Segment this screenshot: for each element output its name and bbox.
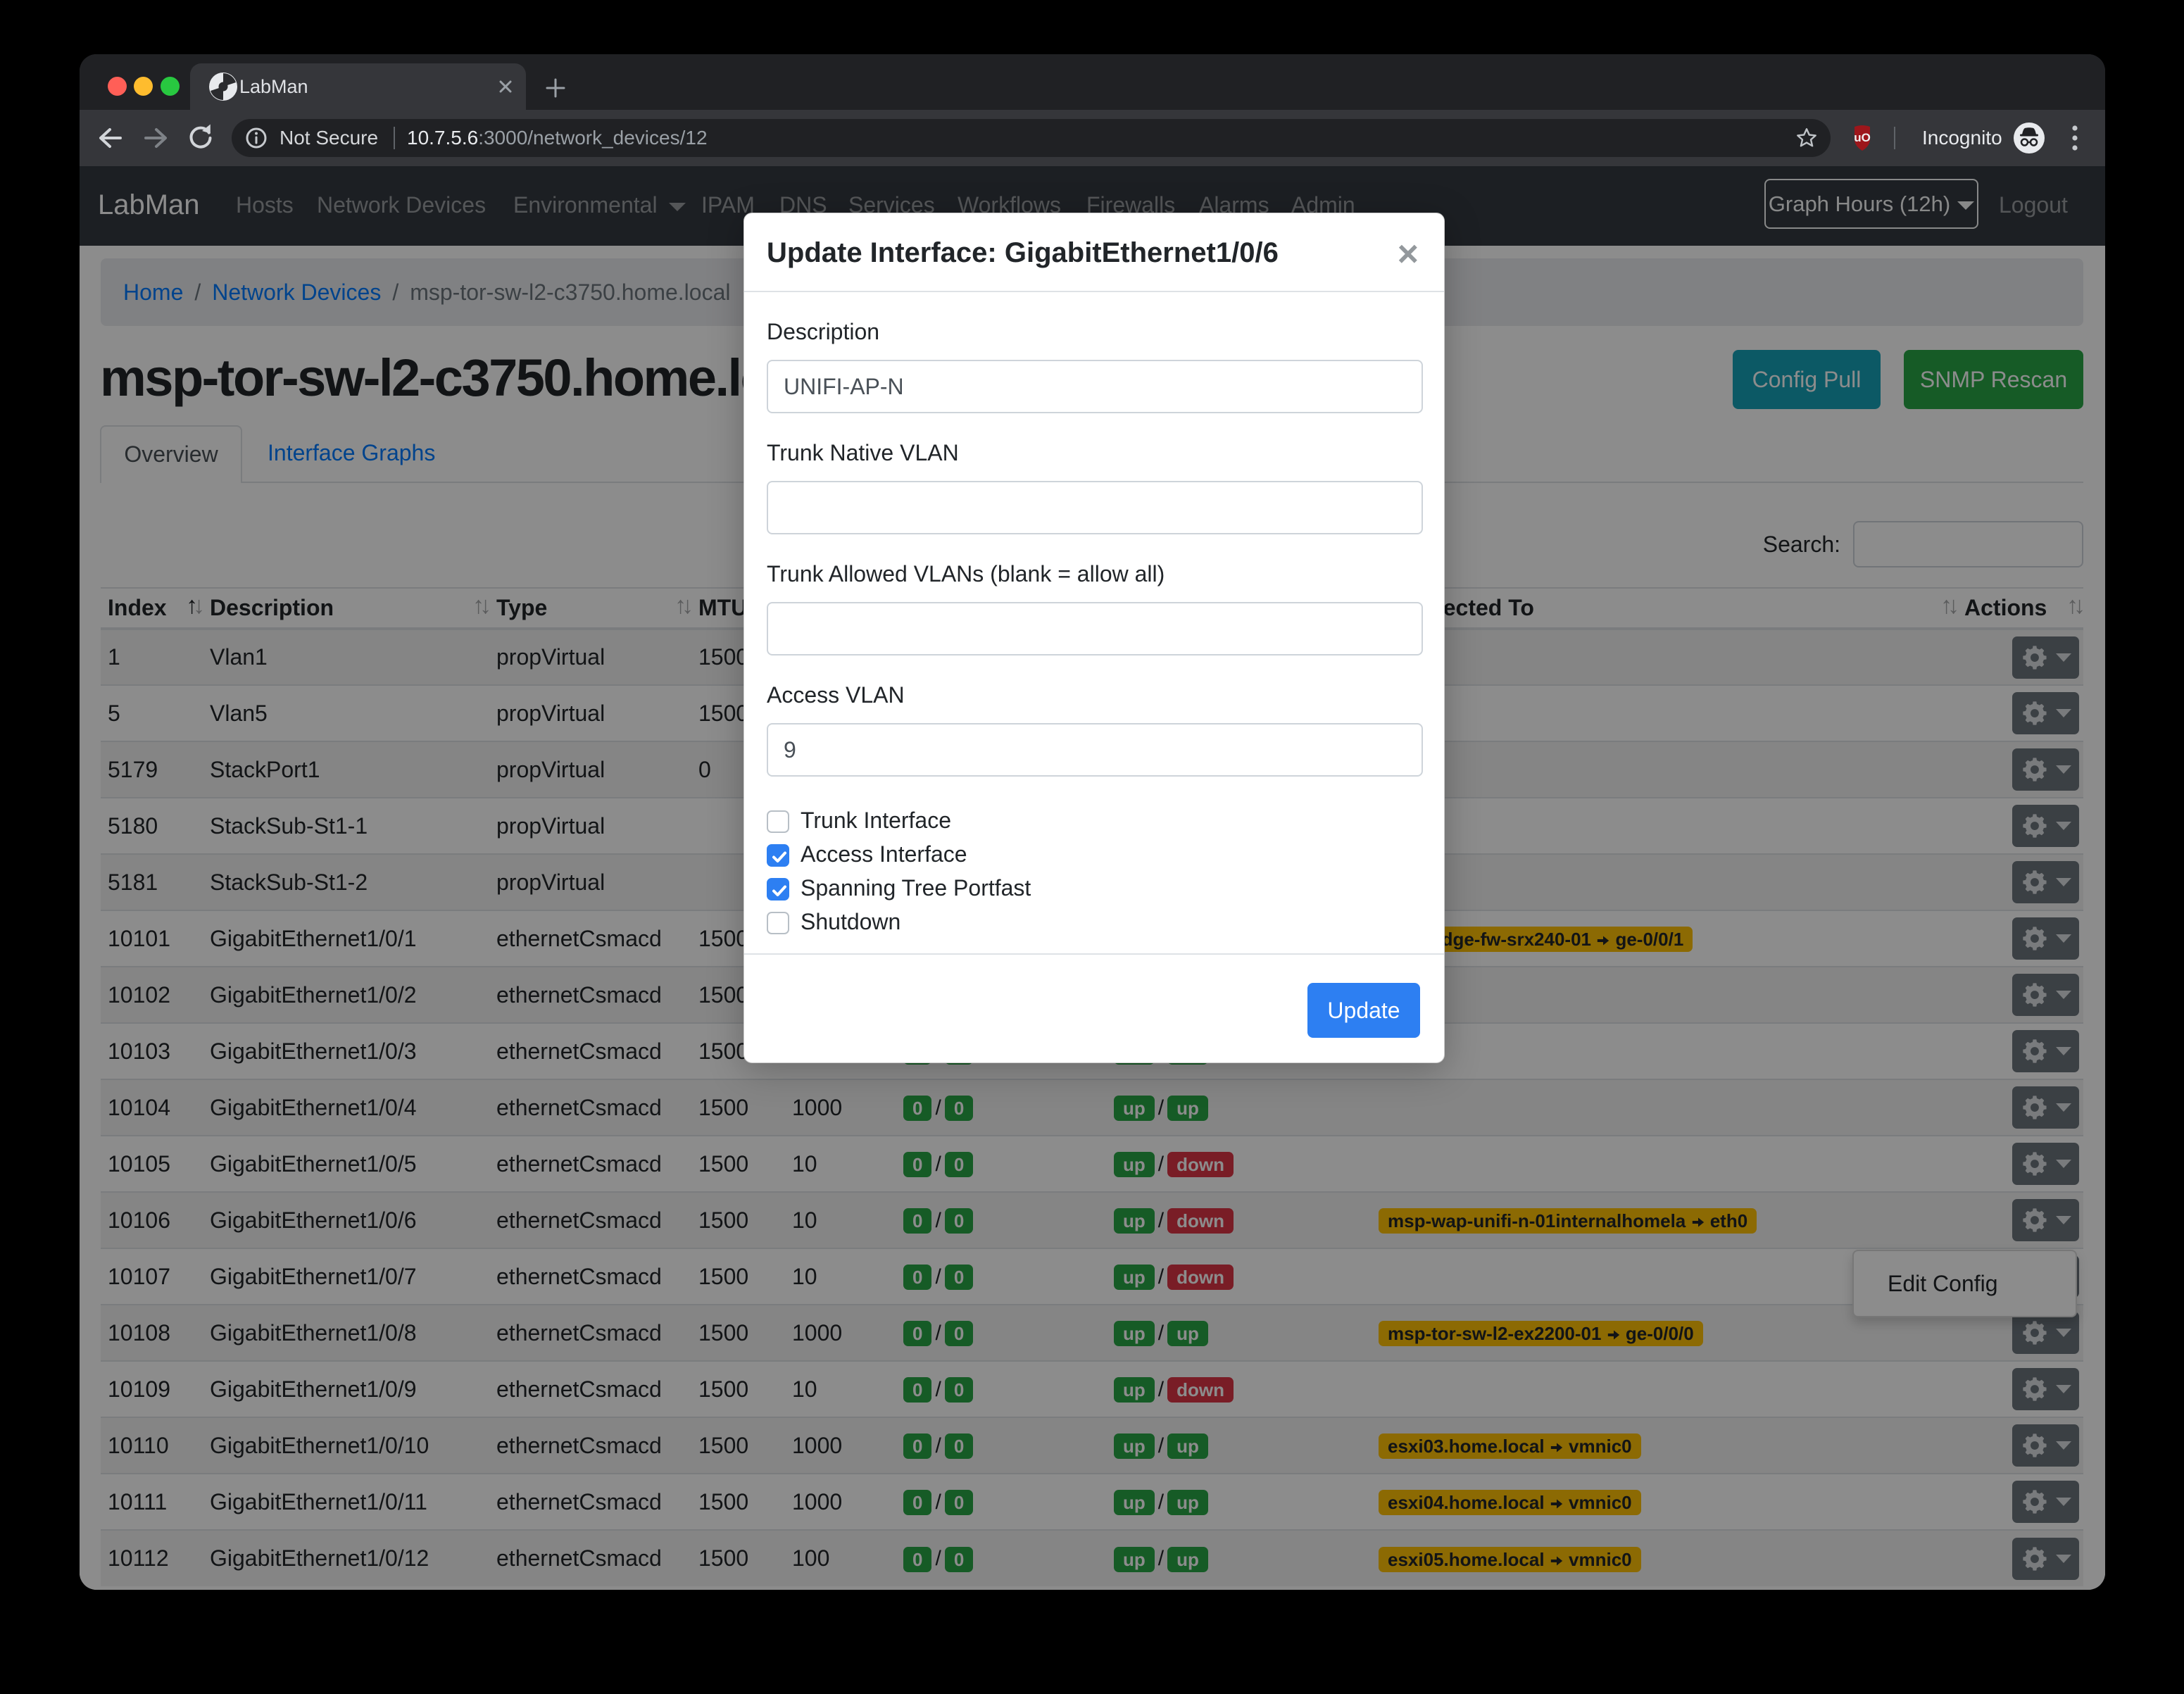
svg-text:uO: uO	[1854, 131, 1871, 144]
